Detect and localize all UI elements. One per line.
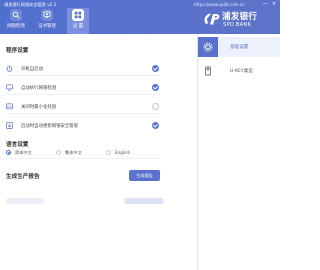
option-auto-update[interactable]: 启动时自动更新网银安全管家 [6, 120, 160, 133]
update-icon [6, 122, 13, 129]
option-label: 启动时自动更新网银安全管家 [21, 124, 79, 129]
option-label: 自动执行网银检测 [21, 86, 57, 91]
sidebar-item-label: U-KEY类型 [230, 69, 253, 74]
sidebar-item-label: 基础设置 [230, 45, 249, 50]
spdb-logo-icon [204, 13, 220, 25]
search-icon [10, 9, 22, 21]
sidebar-item-ukey-type[interactable]: U-KEY类型 [198, 61, 280, 81]
certificate-icon [41, 9, 53, 21]
tab-label: 证书管理 [38, 24, 56, 29]
option-autostart[interactable]: 开机自启动 [6, 63, 160, 76]
tab-label: 网银检测 [7, 24, 25, 29]
power-icon [6, 65, 13, 72]
minimize-button[interactable]: — [262, 1, 268, 7]
option-label: 关闭时最小化托盘 [21, 105, 57, 110]
close-button[interactable]: × [271, 1, 277, 7]
program-settings-title: 程序设置 [6, 48, 29, 54]
blurred-placeholder [6, 198, 44, 204]
settings-icon [198, 37, 218, 57]
brand-name-en: SPD BANK [223, 22, 252, 28]
tray-icon [6, 103, 13, 110]
radio-label: 繁体中文 [65, 150, 82, 155]
brand-name-cn: 浦发银行 [222, 12, 258, 22]
radio-button[interactable] [106, 150, 111, 155]
usb-key-icon [198, 61, 218, 81]
auto-update-checkbox[interactable] [152, 122, 159, 129]
radio-label: English [115, 150, 131, 155]
tab-label: 设 置 [72, 24, 84, 29]
sidebar-item-basic-settings[interactable]: 基础设置 [198, 37, 280, 57]
language-settings-title: 语言设置 [6, 142, 29, 148]
right-panel: 基础设置 U-KEY类型 [197, 34, 280, 270]
option-label: 开机自启动 [21, 67, 43, 72]
app-header: 浦发银行网银安全管家 v2.1 https://www.spdb.com.cn … [0, 0, 280, 34]
monitor-icon [6, 84, 13, 91]
settings-icon [72, 9, 84, 21]
divider [6, 158, 160, 159]
generate-report-button[interactable]: 生成报告 [129, 170, 160, 181]
radio-label: 简体中文 [15, 150, 32, 155]
minimize-tray-checkbox[interactable] [152, 103, 159, 110]
radio-button[interactable] [56, 150, 61, 155]
tab-network-check[interactable]: 网银检测 [5, 8, 27, 34]
tab-certificate[interactable]: 证书管理 [36, 8, 58, 34]
blurred-placeholder [124, 198, 164, 204]
option-auto-check[interactable]: 自动执行网银检测 [6, 82, 160, 95]
option-minimize-tray[interactable]: 关闭时最小化托盘 [6, 101, 160, 114]
auto-check-checkbox[interactable] [152, 84, 159, 91]
tab-settings[interactable]: 设 置 [67, 8, 89, 34]
url-text[interactable]: https://www.spdb.com.cn [194, 2, 245, 7]
autostart-checkbox[interactable] [152, 65, 159, 72]
report-title: 生成生产报告 [6, 174, 40, 180]
radio-button[interactable] [6, 150, 11, 155]
